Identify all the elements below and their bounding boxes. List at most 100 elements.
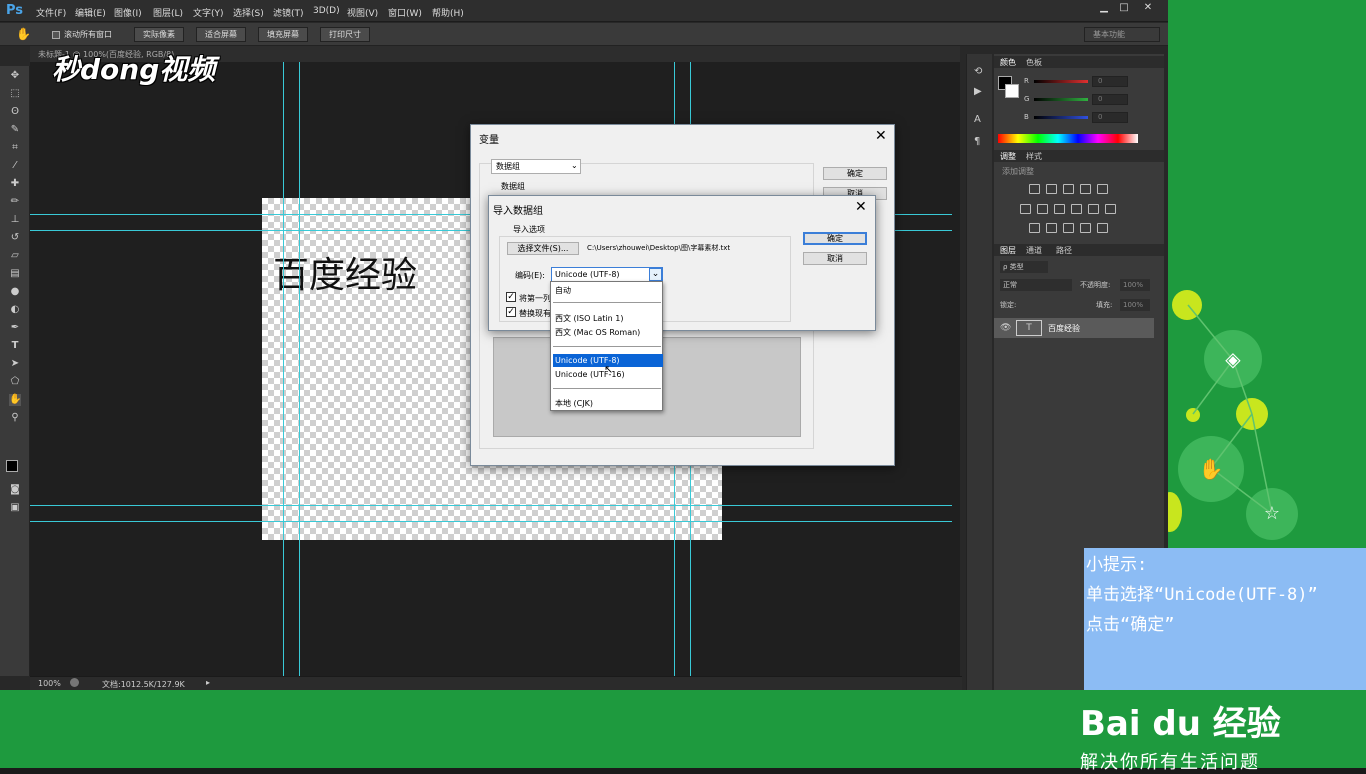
move-tool-icon[interactable]: ✥ [9, 70, 21, 82]
menu-layer[interactable]: 图层(L) [153, 6, 183, 19]
menu-help[interactable]: 帮助(H) [432, 6, 464, 19]
menu-filter[interactable]: 滤镜(T) [273, 6, 304, 19]
first-column-checkbox[interactable]: ✓ [506, 292, 516, 302]
color-spectrum[interactable] [998, 134, 1138, 143]
eraser-tool-icon[interactable]: ▱ [9, 250, 21, 262]
minimize-icon[interactable]: ▁ [1096, 2, 1112, 16]
hand-tool-icon[interactable]: ✋ [16, 27, 31, 41]
menu-type[interactable]: 文字(Y) [193, 6, 224, 19]
history-panel-icon[interactable]: ⟲ [974, 66, 982, 77]
tab-paths[interactable]: 路径 [1056, 245, 1072, 256]
brush-tool-icon[interactable]: ✏ [9, 196, 21, 208]
posterize-icon[interactable] [1046, 223, 1057, 233]
type-tool-icon[interactable]: T [9, 340, 21, 352]
scroll-all-checkbox[interactable] [52, 31, 60, 39]
encoding-option-latin1[interactable]: 西文 (ISO Latin 1) [553, 312, 663, 325]
color-lookup-icon[interactable] [1105, 204, 1116, 214]
photo-filter-icon[interactable] [1071, 204, 1082, 214]
menu-3d[interactable]: 3D(D) [313, 6, 340, 16]
dodge-tool-icon[interactable]: ◐ [9, 304, 21, 316]
curves-icon[interactable] [1063, 184, 1074, 194]
blend-mode-select[interactable]: 正常 [1000, 279, 1072, 291]
chevron-down-icon[interactable]: ⌄ [571, 161, 578, 170]
vibrance-icon[interactable] [1097, 184, 1108, 194]
hue-saturation-icon[interactable] [1020, 204, 1031, 214]
workspace-select[interactable]: 基本功能 [1084, 27, 1160, 42]
zoom-level[interactable]: 100% [38, 679, 61, 688]
choose-file-button[interactable]: 选择文件(S)... [507, 242, 579, 255]
quick-mask-icon[interactable]: ◙ [9, 484, 21, 496]
value-b[interactable]: 0 [1092, 112, 1128, 123]
fit-screen-button[interactable]: 适合屏幕 [196, 27, 246, 42]
tab-channels[interactable]: 通道 [1026, 245, 1042, 256]
gradient-tool-icon[interactable]: ▤ [9, 268, 21, 280]
channel-mixer-icon[interactable] [1088, 204, 1099, 214]
opacity-input[interactable]: 100% [1120, 279, 1150, 291]
encoding-select[interactable]: Unicode (UTF-8) [551, 267, 663, 282]
variables-ok-button[interactable]: 确定 [823, 167, 887, 180]
paragraph-panel-icon[interactable]: ¶ [974, 136, 980, 147]
healing-tool-icon[interactable]: ✚ [9, 178, 21, 190]
stamp-tool-icon[interactable]: ⊥ [9, 214, 21, 226]
encoding-option-auto[interactable]: 自动 [553, 284, 663, 297]
history-brush-icon[interactable]: ↺ [9, 232, 21, 244]
import-close-icon[interactable]: ✕ [855, 199, 867, 215]
layer-name[interactable]: 百度经验 [1048, 323, 1080, 334]
menu-select[interactable]: 选择(S) [233, 6, 264, 19]
slider-b[interactable] [1034, 116, 1088, 119]
path-select-icon[interactable]: ➤ [9, 358, 21, 370]
character-panel-icon[interactable]: A [974, 114, 981, 125]
chevron-down-icon[interactable]: ⌄ [649, 268, 662, 281]
print-size-button[interactable]: 打印尺寸 [320, 27, 370, 42]
menu-file[interactable]: 文件(F) [36, 6, 66, 19]
slider-g[interactable] [1034, 98, 1088, 101]
black-white-icon[interactable] [1054, 204, 1065, 214]
dataset-select[interactable]: 数据组 [491, 159, 581, 174]
tab-adjustments[interactable]: 调整 [1000, 151, 1016, 162]
invert-icon[interactable] [1029, 223, 1040, 233]
screen-mode-icon[interactable]: ▣ [9, 502, 21, 514]
close-icon[interactable]: ✕ [1140, 2, 1156, 16]
maximize-icon[interactable]: □ [1116, 2, 1132, 16]
quick-select-tool-icon[interactable]: ✎ [9, 124, 21, 136]
encoding-option-cjk[interactable]: 本地 (CJK) [553, 397, 663, 410]
tab-styles[interactable]: 样式 [1026, 151, 1042, 162]
actual-pixels-button[interactable]: 实际像素 [134, 27, 184, 42]
levels-icon[interactable] [1046, 184, 1057, 194]
eye-icon[interactable]: 👁 [1000, 323, 1011, 333]
variables-close-icon[interactable]: ✕ [875, 128, 887, 144]
threshold-icon[interactable] [1063, 223, 1074, 233]
menu-window[interactable]: 窗口(W) [388, 6, 422, 19]
marquee-tool-icon[interactable]: ⬚ [9, 88, 21, 100]
replace-existing-checkbox[interactable]: ✓ [506, 307, 516, 317]
shape-tool-icon[interactable]: ⬠ [9, 376, 21, 388]
foreground-color-swatch[interactable] [6, 460, 18, 472]
hand-tool-icon[interactable]: ✋ [9, 394, 21, 406]
exposure-icon[interactable] [1080, 184, 1091, 194]
bg-color-swatch[interactable] [1005, 84, 1019, 98]
crop-tool-icon[interactable]: ⌗ [9, 142, 21, 154]
eyedropper-tool-icon[interactable]: ⁄ [9, 160, 21, 172]
menu-image[interactable]: 图像(I) [114, 6, 142, 19]
gradient-map-icon[interactable] [1080, 223, 1091, 233]
status-arrow-icon[interactable]: ▸ [206, 678, 210, 687]
fill-screen-button[interactable]: 填充屏幕 [258, 27, 308, 42]
pen-tool-icon[interactable]: ✒ [9, 322, 21, 334]
encoding-option-macroman[interactable]: 西文 (Mac OS Roman) [553, 326, 663, 339]
layer-filter-select[interactable]: ρ 类型 [1000, 261, 1048, 273]
menu-view[interactable]: 视图(V) [347, 6, 378, 19]
tab-swatches[interactable]: 色板 [1026, 57, 1042, 68]
actions-panel-icon[interactable]: ▶ [974, 86, 982, 97]
value-r[interactable]: 0 [1092, 76, 1128, 87]
brightness-icon[interactable] [1029, 184, 1040, 194]
tab-layers[interactable]: 图层 [1000, 245, 1016, 256]
color-balance-icon[interactable] [1037, 204, 1048, 214]
slider-r[interactable] [1034, 80, 1088, 83]
menu-edit[interactable]: 编辑(E) [75, 6, 106, 19]
layer-row[interactable]: 👁 T 百度经验 [994, 318, 1154, 338]
import-cancel-button[interactable]: 取消 [803, 252, 867, 265]
import-ok-button[interactable]: 确定 [803, 232, 867, 245]
blur-tool-icon[interactable]: ● [9, 286, 21, 298]
lasso-tool-icon[interactable]: ʘ [9, 106, 21, 118]
selective-color-icon[interactable] [1097, 223, 1108, 233]
